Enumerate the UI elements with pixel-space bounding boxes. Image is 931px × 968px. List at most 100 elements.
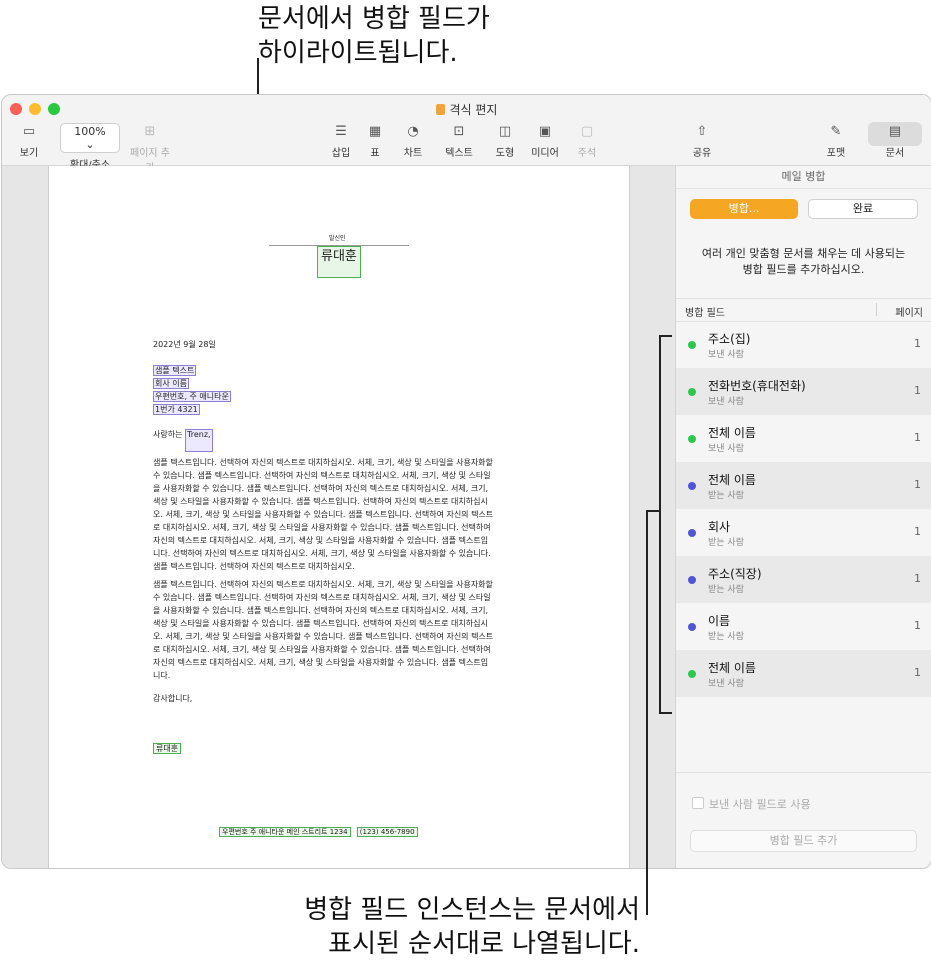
footer-phone-field[interactable]: (123) 456-7890 [356,827,418,837]
merge-field-page: 1 [914,619,921,632]
merge-field-row[interactable]: 전체 이름 받는 사람 1 [676,462,931,509]
callout-top-line1: 문서에서 병합 필드가 [258,4,490,34]
pages-window: 격식 편지 ▭보기 100% ⌄확대/축소 ⊞페이지 추가 ☰삽입 ▦표 ◔차트… [1,94,931,869]
add-merge-field-button[interactable]: 병합 필드 추가 [690,830,917,852]
zoom-value: 100% [74,125,106,138]
para2-line: 니다. [153,671,171,680]
use-sender-label: 보낸 사람 필드로 사용 [709,798,811,811]
document-label: 문서 [885,148,905,159]
sidebar-header: 메일 병합 [676,166,931,189]
field-color-dot [688,576,696,584]
merge-field-source: 보낸 사람 [708,679,744,689]
description-line2: 병합 필드를 추가하십시오. [742,263,865,276]
merge-field-row[interactable]: 전화번호(휴대전화) 보낸 사람 1 [676,368,931,415]
document-button[interactable]: ▤ 문서 [883,123,907,159]
merge-field-page: 1 [914,572,921,585]
merge-field-name: 주소(집) [708,332,751,346]
para1-line: 색상 및 스타일을 사용자화할 수 있습니다. 샘플 텍스트입니다. 선택하여 … [153,497,488,506]
comment-button[interactable]: ▢ 주석 [576,123,598,159]
field-color-dot [688,435,696,443]
address-field-2[interactable]: 회사 이름 [153,378,189,389]
paintbrush-icon: ✎ [830,124,842,139]
format-button[interactable]: ✎ 포맷 [824,123,848,159]
letter-date: 2022년 9월 28일 [153,340,216,349]
para1-line: 샘플 텍스트입니다. 선택하여 자신의 텍스트로 대치하십시오. [153,562,355,571]
callout-top: 문서에서 병합 필드가 하이라이트됩니다. [258,2,490,70]
chevron-down-icon: ⌄ [85,138,95,151]
checkbox-box[interactable] [692,797,704,809]
view-button[interactable]: ▭ 보기 [16,123,42,159]
merge-field-list: 주소(집) 보낸 사람 1 전화번호(휴대전화) 보낸 사람 1 전체 이름 보낸 사람 1 전체… [676,321,931,697]
merge-field-columns: 병합 필드 페이지 [676,298,931,322]
merge-field-source: 보낸 사람 [708,397,744,407]
document-sidebar: 메일 병합 병합... 완료 여러 개인 맞춤형 문서를 채우는 데 사용되는 … [675,166,931,868]
merge-field-row[interactable]: 전체 이름 보낸 사람 1 [676,415,931,462]
media-button[interactable]: ▣ 미디어 [530,123,560,159]
merge-field-page: 1 [914,478,921,491]
bracket-bottom [659,712,672,714]
para1-line: 로 대치하십시오. 서체, 크기, 색상 및 스타일을 사용자화할 수 있습니다… [153,523,491,532]
table-button[interactable]: ▦ 표 [368,123,382,159]
para2-line: 수 있습니다. 샘플 텍스트입니다. 선택하여 자신의 텍스트로 대치하십시오.… [153,593,491,602]
media-label: 미디어 [531,148,559,159]
field-color-dot [688,623,696,631]
merge-field-name: 주소(직장) [708,567,762,581]
text-box-icon: ⊡ [453,124,465,139]
use-sender-checkbox[interactable]: 보낸 사람 필드로 사용 [692,796,811,812]
para1-line: 을 사용자화할 수 있습니다. 샘플 텍스트입니다. 선택하여 자신의 텍스트로… [153,484,489,493]
merge-button[interactable]: 병합... [690,199,798,219]
para1-line: 오. 서체, 크기, 색상 및 스타일을 사용자화할 수 있습니다. 샘플 텍스… [153,510,494,519]
document-page[interactable]: 발신인 류대훈 2022년 9월 28일 샘플 텍스트 회사 이름 우편번호, … [48,166,630,868]
share-label: 공유 [692,148,712,159]
merge-field-page: 1 [914,666,921,679]
shape-button[interactable]: ◫ 도형 [493,123,517,159]
greeting: 사랑하는 Trenz, [153,428,213,452]
address-field-4[interactable]: 1번가 4321 [153,404,200,415]
sidebar-description: 여러 개인 맞춤형 문서를 채우는 데 사용되는 병합 필드를 추가하십시오. [690,246,917,278]
signature-field[interactable]: 류대훈 [153,742,182,755]
text-label: 텍스트 [445,148,473,159]
para1-line: 수 있습니다. 샘플 텍스트입니다. 선택하여 자신의 텍스트로 대치하십시오.… [153,471,491,480]
bracket-vertical [659,335,661,714]
para2-line: 샘플 텍스트입니다. 선택하여 자신의 텍스트로 대치하십시오. 서체, 크기,… [153,580,493,589]
zoom-select[interactable]: 100% ⌄ [60,123,120,153]
signature-name: 류대훈 [153,743,182,754]
field-color-dot [688,388,696,396]
greeting-name-field[interactable]: Trenz, [185,429,213,452]
table-icon: ▦ [368,124,382,139]
callout-bottom-line2: 표시된 순서대로 나열됩니다. [328,929,640,959]
merge-field-row[interactable]: 주소(직장) 받는 사람 1 [676,556,931,603]
share-button[interactable]: ⇧ 공유 [691,123,713,159]
insert-button[interactable]: ☰ 삽입 [328,123,354,159]
field-color-dot [688,341,696,349]
format-label: 포맷 [826,148,846,159]
footer-address-field[interactable]: 우편번호 주 애니타운 메인 스트리트 1234 [219,827,351,837]
col-merge-field[interactable]: 병합 필드 [685,304,725,319]
callout-bottom-leader [646,510,648,915]
chart-button[interactable]: ◔ 차트 [401,123,425,159]
field-color-dot [688,670,696,678]
merge-field-row[interactable]: 전체 이름 보낸 사람 1 [676,650,931,697]
insert-label: 삽입 [331,148,351,159]
body-paragraph-1: 샘플 텍스트입니다. 선택하여 자신의 텍스트로 대치하십시오. 서체, 크기,… [153,456,533,573]
address-field-1[interactable]: 샘플 텍스트 [153,365,197,376]
address-field-3[interactable]: 우편번호, 주 애니타운 [153,391,231,402]
bracket-mid-tick [647,510,660,512]
zoom-control[interactable]: 100% ⌄확대/축소 [60,123,120,171]
merge-field-name: 회사 [708,520,731,534]
col-page[interactable]: 페이지 [895,304,923,319]
description-line1: 여러 개인 맞춤형 문서를 채우는 데 사용되는 [701,247,906,260]
chart-icon: ◔ [407,124,419,139]
merge-field-row[interactable]: 주소(집) 보낸 사람 1 [676,321,931,368]
callout-bottom-line1: 병합 필드 인스턴스는 문서에서 [304,895,640,925]
window-title-text: 격식 편지 [449,103,498,117]
merge-field-row[interactable]: 회사 받는 사람 1 [676,509,931,556]
shape-icon: ◫ [498,124,512,139]
chart-label: 차트 [403,148,423,159]
para1-line: 샘플 텍스트입니다. 선택하여 자신의 텍스트로 대치하십시오. 서체, 크기,… [153,458,493,467]
sender-name-field[interactable]: 류대훈 [317,246,361,278]
merge-field-row[interactable]: 이름 받는 사람 1 [676,603,931,650]
merge-field-page: 1 [914,384,921,397]
text-button[interactable]: ⊡ 텍스트 [444,123,474,159]
done-button[interactable]: 완료 [808,199,918,219]
